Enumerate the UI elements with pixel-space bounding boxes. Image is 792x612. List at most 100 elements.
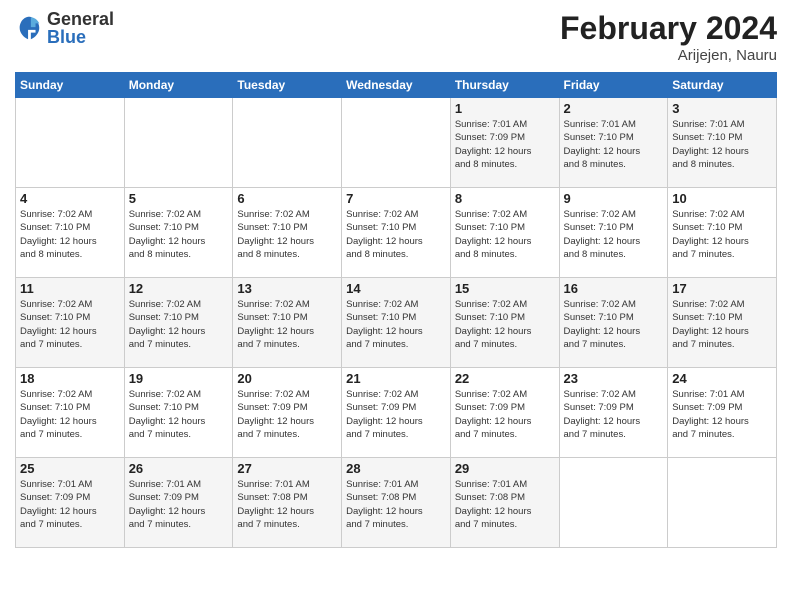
day-info: Sunrise: 7:02 AM Sunset: 7:10 PM Dayligh… (564, 208, 664, 261)
day-info: Sunrise: 7:01 AM Sunset: 7:09 PM Dayligh… (455, 118, 555, 171)
day-number: 1 (455, 101, 555, 116)
day-info: Sunrise: 7:01 AM Sunset: 7:09 PM Dayligh… (20, 478, 120, 531)
day-info: Sunrise: 7:02 AM Sunset: 7:10 PM Dayligh… (237, 208, 337, 261)
day-number: 29 (455, 461, 555, 476)
calendar-table: SundayMondayTuesdayWednesdayThursdayFrid… (15, 72, 777, 548)
calendar-cell: 17 Sunrise: 7:02 AM Sunset: 7:10 PM Dayli… (668, 278, 777, 368)
calendar-week-row: 25Sunrise: 7:01 AM Sunset: 7:09 PM Dayli… (16, 458, 777, 548)
day-number: 24 (672, 371, 772, 386)
page-header: General Blue February 2024 Arijejen, Nau… (15, 10, 777, 64)
day-number: 19 (129, 371, 229, 386)
calendar-cell (668, 458, 777, 548)
calendar-cell: 12 Sunrise: 7:02 AM Sunset: 7:10 PM Dayli… (124, 278, 233, 368)
calendar-cell: 24 Sunrise: 7:01 AM Sunset: 7:09 PM Dayli… (668, 368, 777, 458)
calendar-cell: 26 Sunrise: 7:01 AM Sunset: 7:09 PM Dayli… (124, 458, 233, 548)
calendar-cell: 4 Sunrise: 7:02 AM Sunset: 7:10 PM Daylig… (16, 188, 125, 278)
day-number: 8 (455, 191, 555, 206)
calendar-cell: 22Sunrise: 7:02 AM Sunset: 7:09 PM Dayli… (450, 368, 559, 458)
col-header-friday: Friday (559, 73, 668, 98)
day-info: Sunrise: 7:02 AM Sunset: 7:10 PM Dayligh… (20, 388, 120, 441)
day-info: Sunrise: 7:01 AM Sunset: 7:09 PM Dayligh… (129, 478, 229, 531)
day-info: Sunrise: 7:02 AM Sunset: 7:10 PM Dayligh… (346, 298, 446, 351)
day-info: Sunrise: 7:01 AM Sunset: 7:08 PM Dayligh… (237, 478, 337, 531)
day-number: 14 (346, 281, 446, 296)
day-number: 10 (672, 191, 772, 206)
day-number: 21 (346, 371, 446, 386)
day-number: 28 (346, 461, 446, 476)
day-info: Sunrise: 7:01 AM Sunset: 7:10 PM Dayligh… (564, 118, 664, 171)
col-header-sunday: Sunday (16, 73, 125, 98)
day-number: 4 (20, 191, 120, 206)
day-info: Sunrise: 7:01 AM Sunset: 7:08 PM Dayligh… (346, 478, 446, 531)
calendar-cell: 11Sunrise: 7:02 AM Sunset: 7:10 PM Dayli… (16, 278, 125, 368)
calendar-cell: 27Sunrise: 7:01 AM Sunset: 7:08 PM Dayli… (233, 458, 342, 548)
calendar-cell: 23 Sunrise: 7:02 AM Sunset: 7:09 PM Dayli… (559, 368, 668, 458)
day-number: 18 (20, 371, 120, 386)
calendar-week-row: 1 Sunrise: 7:01 AM Sunset: 7:09 PM Daylig… (16, 98, 777, 188)
day-info: Sunrise: 7:02 AM Sunset: 7:10 PM Dayligh… (564, 298, 664, 351)
col-header-monday: Monday (124, 73, 233, 98)
logo-text: General Blue (47, 10, 114, 46)
logo-general-text: General (47, 10, 114, 28)
day-info: Sunrise: 7:01 AM Sunset: 7:09 PM Dayligh… (672, 388, 772, 441)
day-number: 26 (129, 461, 229, 476)
day-number: 13 (237, 281, 337, 296)
calendar-cell: 19 Sunrise: 7:02 AM Sunset: 7:10 PM Dayli… (124, 368, 233, 458)
day-number: 20 (237, 371, 337, 386)
calendar-cell: 14 Sunrise: 7:02 AM Sunset: 7:10 PM Dayli… (342, 278, 451, 368)
calendar-cell: 13 Sunrise: 7:02 AM Sunset: 7:10 PM Dayli… (233, 278, 342, 368)
logo: General Blue (15, 10, 114, 46)
col-header-saturday: Saturday (668, 73, 777, 98)
calendar-cell: 20 Sunrise: 7:02 AM Sunset: 7:09 PM Dayli… (233, 368, 342, 458)
day-number: 17 (672, 281, 772, 296)
day-info: Sunrise: 7:02 AM Sunset: 7:09 PM Dayligh… (346, 388, 446, 441)
day-info: Sunrise: 7:02 AM Sunset: 7:09 PM Dayligh… (237, 388, 337, 441)
calendar-cell: 9 Sunrise: 7:02 AM Sunset: 7:10 PM Daylig… (559, 188, 668, 278)
day-info: Sunrise: 7:02 AM Sunset: 7:10 PM Dayligh… (672, 298, 772, 351)
day-number: 12 (129, 281, 229, 296)
day-info: Sunrise: 7:02 AM Sunset: 7:10 PM Dayligh… (20, 298, 120, 351)
calendar-cell: 25Sunrise: 7:01 AM Sunset: 7:09 PM Dayli… (16, 458, 125, 548)
col-header-thursday: Thursday (450, 73, 559, 98)
calendar-cell: 1 Sunrise: 7:01 AM Sunset: 7:09 PM Daylig… (450, 98, 559, 188)
calendar-cell: 29 Sunrise: 7:01 AM Sunset: 7:08 PM Dayli… (450, 458, 559, 548)
calendar-cell: 3Sunrise: 7:01 AM Sunset: 7:10 PM Daylig… (668, 98, 777, 188)
calendar-cell: 5Sunrise: 7:02 AM Sunset: 7:10 PM Daylig… (124, 188, 233, 278)
day-info: Sunrise: 7:02 AM Sunset: 7:10 PM Dayligh… (455, 298, 555, 351)
calendar-cell: 7 Sunrise: 7:02 AM Sunset: 7:10 PM Daylig… (342, 188, 451, 278)
day-number: 9 (564, 191, 664, 206)
calendar-cell: 18 Sunrise: 7:02 AM Sunset: 7:10 PM Dayli… (16, 368, 125, 458)
day-number: 15 (455, 281, 555, 296)
calendar-cell: 10Sunrise: 7:02 AM Sunset: 7:10 PM Dayli… (668, 188, 777, 278)
day-info: Sunrise: 7:02 AM Sunset: 7:10 PM Dayligh… (129, 298, 229, 351)
logo-icon (15, 14, 43, 42)
day-number: 23 (564, 371, 664, 386)
calendar-cell: 2 Sunrise: 7:01 AM Sunset: 7:10 PM Daylig… (559, 98, 668, 188)
calendar-header-row: SundayMondayTuesdayWednesdayThursdayFrid… (16, 73, 777, 98)
title-block: February 2024 Arijejen, Nauru (560, 10, 777, 64)
day-info: Sunrise: 7:02 AM Sunset: 7:09 PM Dayligh… (564, 388, 664, 441)
day-info: Sunrise: 7:01 AM Sunset: 7:08 PM Dayligh… (455, 478, 555, 531)
calendar-cell: 28 Sunrise: 7:01 AM Sunset: 7:08 PM Dayli… (342, 458, 451, 548)
day-number: 6 (237, 191, 337, 206)
day-number: 22 (455, 371, 555, 386)
day-info: Sunrise: 7:02 AM Sunset: 7:10 PM Dayligh… (129, 388, 229, 441)
day-info: Sunrise: 7:01 AM Sunset: 7:10 PM Dayligh… (672, 118, 772, 171)
calendar-cell: 21 Sunrise: 7:02 AM Sunset: 7:09 PM Dayli… (342, 368, 451, 458)
day-number: 2 (564, 101, 664, 116)
day-info: Sunrise: 7:02 AM Sunset: 7:10 PM Dayligh… (237, 298, 337, 351)
calendar-cell (233, 98, 342, 188)
calendar-week-row: 4 Sunrise: 7:02 AM Sunset: 7:10 PM Daylig… (16, 188, 777, 278)
col-header-wednesday: Wednesday (342, 73, 451, 98)
day-number: 7 (346, 191, 446, 206)
location-subtitle: Arijejen, Nauru (560, 47, 777, 64)
calendar-cell: 6 Sunrise: 7:02 AM Sunset: 7:10 PM Daylig… (233, 188, 342, 278)
day-info: Sunrise: 7:02 AM Sunset: 7:10 PM Dayligh… (346, 208, 446, 261)
day-info: Sunrise: 7:02 AM Sunset: 7:10 PM Dayligh… (20, 208, 120, 261)
col-header-tuesday: Tuesday (233, 73, 342, 98)
calendar-cell: 8Sunrise: 7:02 AM Sunset: 7:10 PM Daylig… (450, 188, 559, 278)
calendar-cell (124, 98, 233, 188)
calendar-cell: 16Sunrise: 7:02 AM Sunset: 7:10 PM Dayli… (559, 278, 668, 368)
day-number: 5 (129, 191, 229, 206)
calendar-cell (16, 98, 125, 188)
